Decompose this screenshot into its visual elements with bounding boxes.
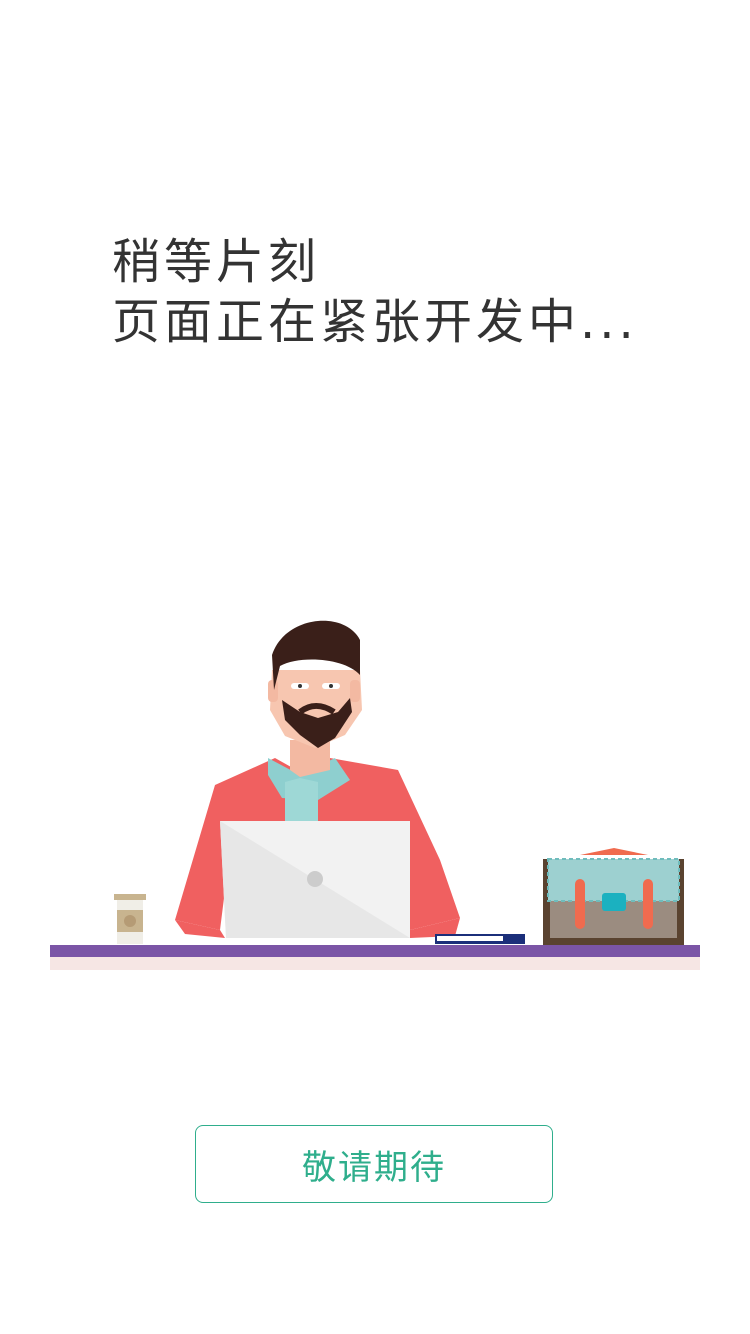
desk [50, 956, 700, 970]
message-line-2: 页面正在紧张开发中... [112, 294, 638, 350]
briefcase-icon [543, 848, 684, 945]
status-message: 稍等片刻 页面正在紧张开发中... [112, 232, 638, 352]
book-icon [435, 934, 525, 944]
coffee-cup-icon [114, 894, 146, 944]
message-line-1: 稍等片刻 [112, 234, 321, 290]
developer-illustration [50, 620, 700, 970]
laptop-icon [220, 821, 410, 938]
coming-soon-button[interactable]: 敬请期待 [195, 1125, 553, 1203]
